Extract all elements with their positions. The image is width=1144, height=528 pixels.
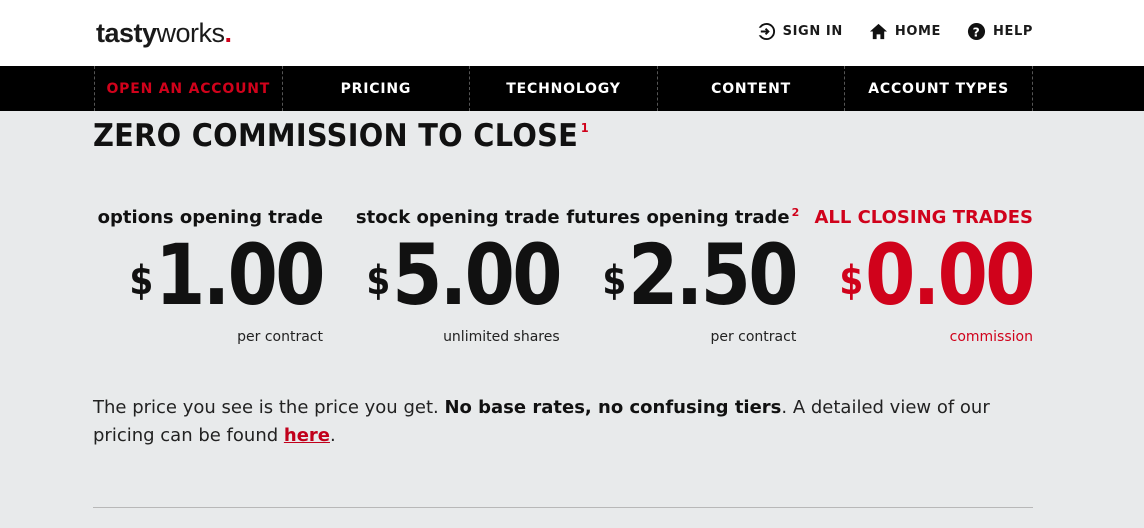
tastyworks-logo[interactable]: tastyworks. xyxy=(96,18,232,49)
help-link[interactable]: ? HELP xyxy=(967,22,1033,41)
nav-items: OPEN AN ACCOUNT PRICING TECHNOLOGY CONTE… xyxy=(94,66,1033,111)
price-options: options opening trade $1.00 per contract xyxy=(93,207,326,345)
price-unit: per contract xyxy=(710,329,797,345)
price-label-text: stock opening trade xyxy=(355,207,560,228)
price-label: ALL CLOSING TRADES xyxy=(803,207,1033,228)
sign-in-label: SIGN IN xyxy=(782,24,843,39)
price-value: 5.00 xyxy=(391,226,563,324)
home-label: HOME xyxy=(894,24,942,39)
svg-text:?: ? xyxy=(973,25,981,39)
currency-symbol: $ xyxy=(602,258,627,304)
price-label-text: ALL CLOSING TRADES xyxy=(814,207,1033,228)
price-label-text: futures opening trade xyxy=(566,207,790,228)
price-amount: $1.00 xyxy=(125,230,325,320)
nav-item-pricing[interactable]: PRICING xyxy=(281,66,470,111)
page-title-text: ZERO COMMISSION TO CLOSE xyxy=(93,118,579,154)
price-amount: $5.00 xyxy=(362,230,562,320)
section-divider xyxy=(93,507,1033,508)
price-unit: commission xyxy=(949,329,1033,345)
price-amount: $2.50 xyxy=(599,230,799,320)
desc-bold: No base rates, no confusing tiers xyxy=(444,397,782,418)
desc-text-1: The price you see is the price you get. xyxy=(93,397,445,418)
page-title: ZERO COMMISSION TO CLOSE 1 xyxy=(93,118,589,154)
price-closing: ALL CLOSING TRADES $0.00 commission xyxy=(803,207,1035,345)
price-label: options opening trade xyxy=(93,207,323,228)
currency-symbol: $ xyxy=(129,258,154,304)
home-link[interactable]: HOME xyxy=(869,22,941,41)
price-label: stock opening trade xyxy=(330,207,560,228)
pricing-here-link[interactable]: here xyxy=(284,425,330,446)
price-label: futures opening trade 2 xyxy=(566,206,799,228)
nav-item-technology[interactable]: TECHNOLOGY xyxy=(469,66,657,111)
price-unit: unlimited shares xyxy=(443,329,560,345)
futures-footnote[interactable]: 2 xyxy=(792,206,800,219)
price-label-text: options opening trade xyxy=(97,207,323,228)
heading-footnote[interactable]: 1 xyxy=(581,121,589,135)
price-value: 2.50 xyxy=(628,226,799,324)
logo-dot: . xyxy=(224,18,233,48)
desc-text-3: . xyxy=(329,425,336,446)
pricing-row: options opening trade $1.00 per contract… xyxy=(93,206,1036,345)
currency-symbol: $ xyxy=(366,258,391,304)
top-header: tastyworks. SIGN IN HOME ? HELP xyxy=(0,0,1144,66)
sign-in-icon xyxy=(756,22,776,41)
currency-symbol: $ xyxy=(839,258,864,304)
price-amount: $0.00 xyxy=(835,230,1035,320)
price-value: 0.00 xyxy=(865,226,1036,324)
price-value: 1.00 xyxy=(155,226,326,324)
nav-item-account-types[interactable]: ACCOUNT TYPES xyxy=(844,66,1033,111)
home-icon xyxy=(869,22,888,41)
help-icon: ? xyxy=(967,22,986,41)
main-nav: OPEN AN ACCOUNT PRICING TECHNOLOGY CONTE… xyxy=(0,66,1144,111)
pricing-description: The price you see is the price you get. … xyxy=(93,394,1043,450)
price-stock: stock opening trade $5.00 unlimited shar… xyxy=(330,207,562,345)
help-label: HELP xyxy=(993,24,1033,39)
top-links: SIGN IN HOME ? HELP xyxy=(756,22,1033,41)
price-futures: futures opening trade 2 $2.50 per contrac… xyxy=(566,206,799,345)
nav-item-open-an-account[interactable]: OPEN AN ACCOUNT xyxy=(94,66,282,111)
sign-in-link[interactable]: SIGN IN xyxy=(756,22,843,41)
nav-item-content[interactable]: CONTENT xyxy=(656,66,845,111)
logo-part-2: works xyxy=(156,18,226,48)
price-unit: per contract xyxy=(237,329,323,345)
logo-part-1: tasty xyxy=(96,18,157,48)
